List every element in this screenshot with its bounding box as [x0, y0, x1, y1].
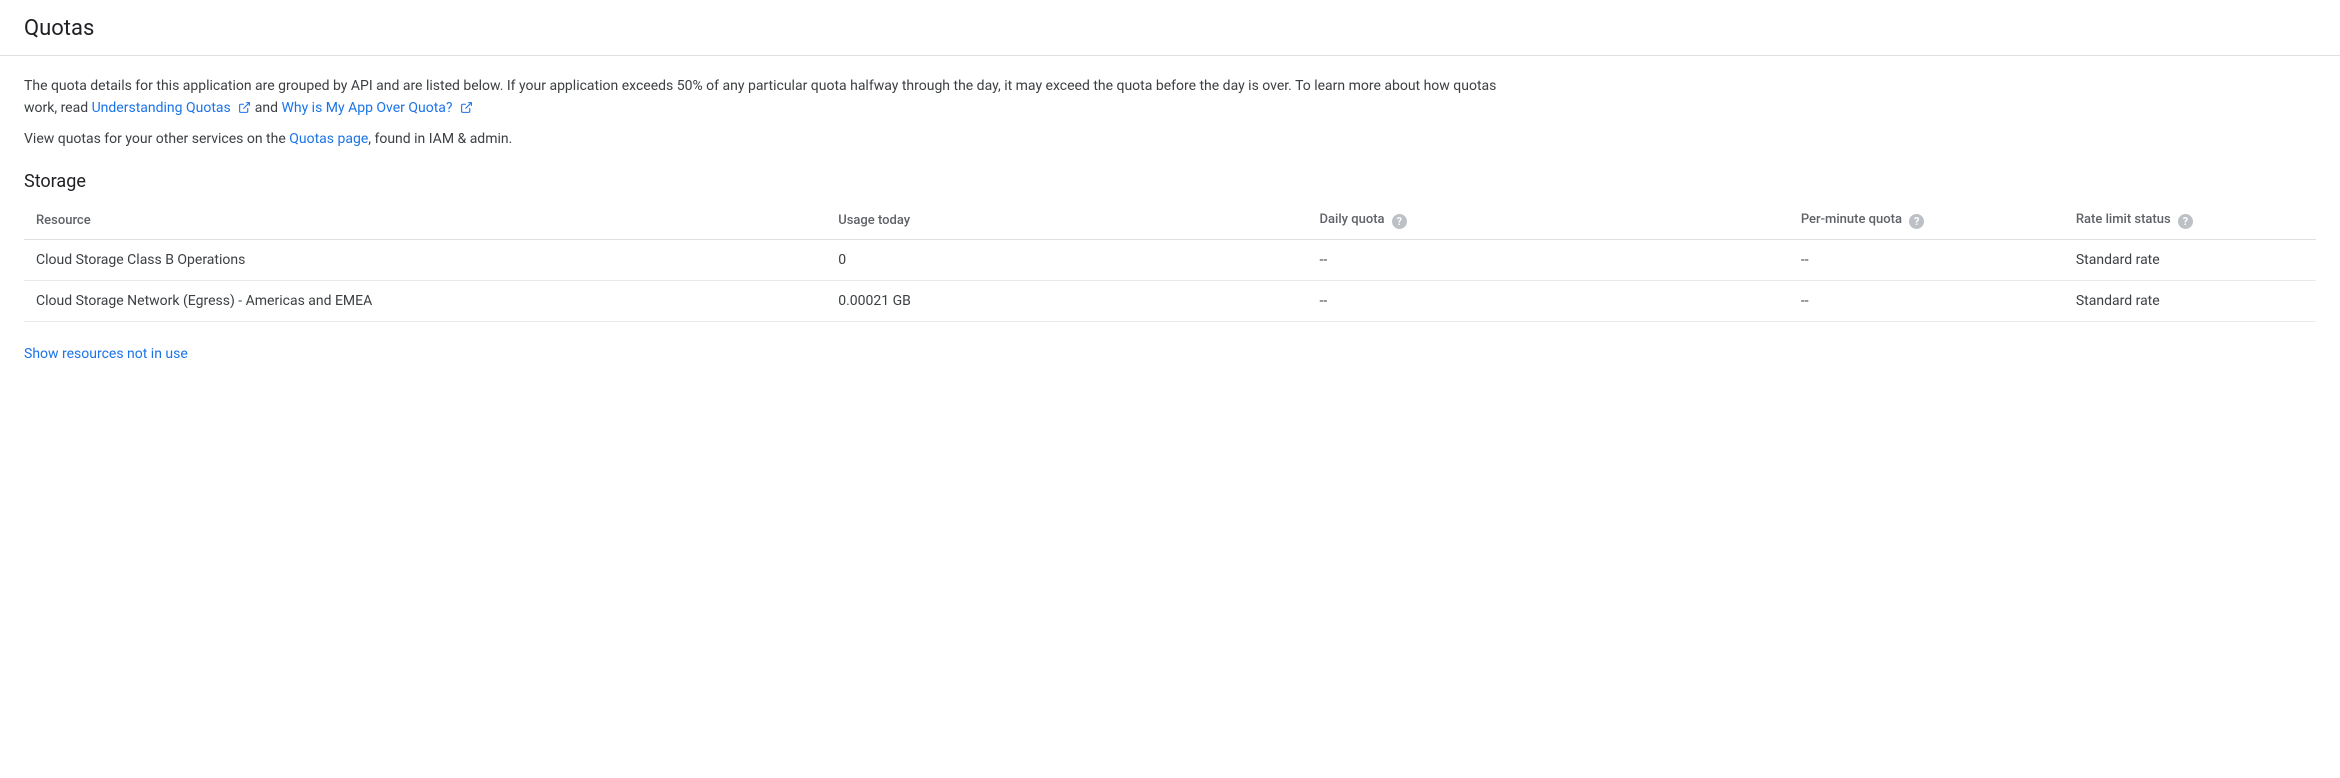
intro-paragraph-1: The quota details for this application a… — [24, 76, 1524, 119]
header-text: Per-minute quota — [1801, 212, 1902, 227]
section-title-storage: Storage — [24, 171, 2316, 192]
header-text: Daily quota — [1320, 212, 1385, 227]
cell-rate: Standard rate — [2064, 240, 2316, 281]
cell-daily: -- — [1308, 281, 1789, 322]
header-text: Resource — [36, 213, 91, 228]
table-header-row: Resource Usage today Daily quota ? Per-m… — [24, 202, 2316, 240]
cell-resource: Cloud Storage Network (Egress) - America… — [24, 281, 826, 322]
quotas-table: Resource Usage today Daily quota ? Per-m… — [24, 202, 2316, 322]
quotas-page-link[interactable]: Quotas page — [289, 131, 368, 147]
cell-rate: Standard rate — [2064, 281, 2316, 322]
intro-text-part2: and — [255, 100, 282, 116]
page-title: Quotas — [24, 16, 2316, 41]
header-text: Usage today — [838, 213, 910, 228]
cell-perminute: -- — [1789, 281, 2064, 322]
page-header: Quotas — [0, 0, 2340, 56]
table-body: Cloud Storage Class B Operations 0 -- --… — [24, 240, 2316, 322]
intro2-text-part1: View quotas for your other services on t… — [24, 131, 289, 147]
link-text: Understanding Quotas — [92, 100, 231, 116]
content-area: The quota details for this application a… — [0, 56, 2340, 382]
column-header-rate: Rate limit status ? — [2064, 202, 2316, 240]
cell-resource: Cloud Storage Class B Operations — [24, 240, 826, 281]
link-text: Why is My App Over Quota? — [281, 100, 452, 116]
column-header-resource: Resource — [24, 202, 826, 240]
external-link-icon — [238, 101, 251, 114]
column-header-daily: Daily quota ? — [1308, 202, 1789, 240]
external-link-icon — [460, 101, 473, 114]
cell-usage: 0 — [826, 240, 1307, 281]
header-text: Rate limit status — [2076, 212, 2171, 227]
help-icon[interactable]: ? — [1392, 214, 1407, 229]
why-over-quota-link[interactable]: Why is My App Over Quota? — [281, 100, 473, 116]
help-icon[interactable]: ? — [2178, 214, 2193, 229]
cell-usage: 0.00021 GB — [826, 281, 1307, 322]
table-row: Cloud Storage Class B Operations 0 -- --… — [24, 240, 2316, 281]
table-row: Cloud Storage Network (Egress) - America… — [24, 281, 2316, 322]
show-resources-not-in-use-link[interactable]: Show resources not in use — [24, 346, 188, 362]
column-header-perminute: Per-minute quota ? — [1789, 202, 2064, 240]
understanding-quotas-link[interactable]: Understanding Quotas — [92, 100, 255, 116]
help-icon[interactable]: ? — [1909, 214, 1924, 229]
column-header-usage: Usage today — [826, 202, 1307, 240]
intro2-text-part2: , found in IAM & admin. — [368, 131, 512, 147]
intro-paragraph-2: View quotas for your other services on t… — [24, 129, 2316, 151]
cell-perminute: -- — [1789, 240, 2064, 281]
cell-daily: -- — [1308, 240, 1789, 281]
